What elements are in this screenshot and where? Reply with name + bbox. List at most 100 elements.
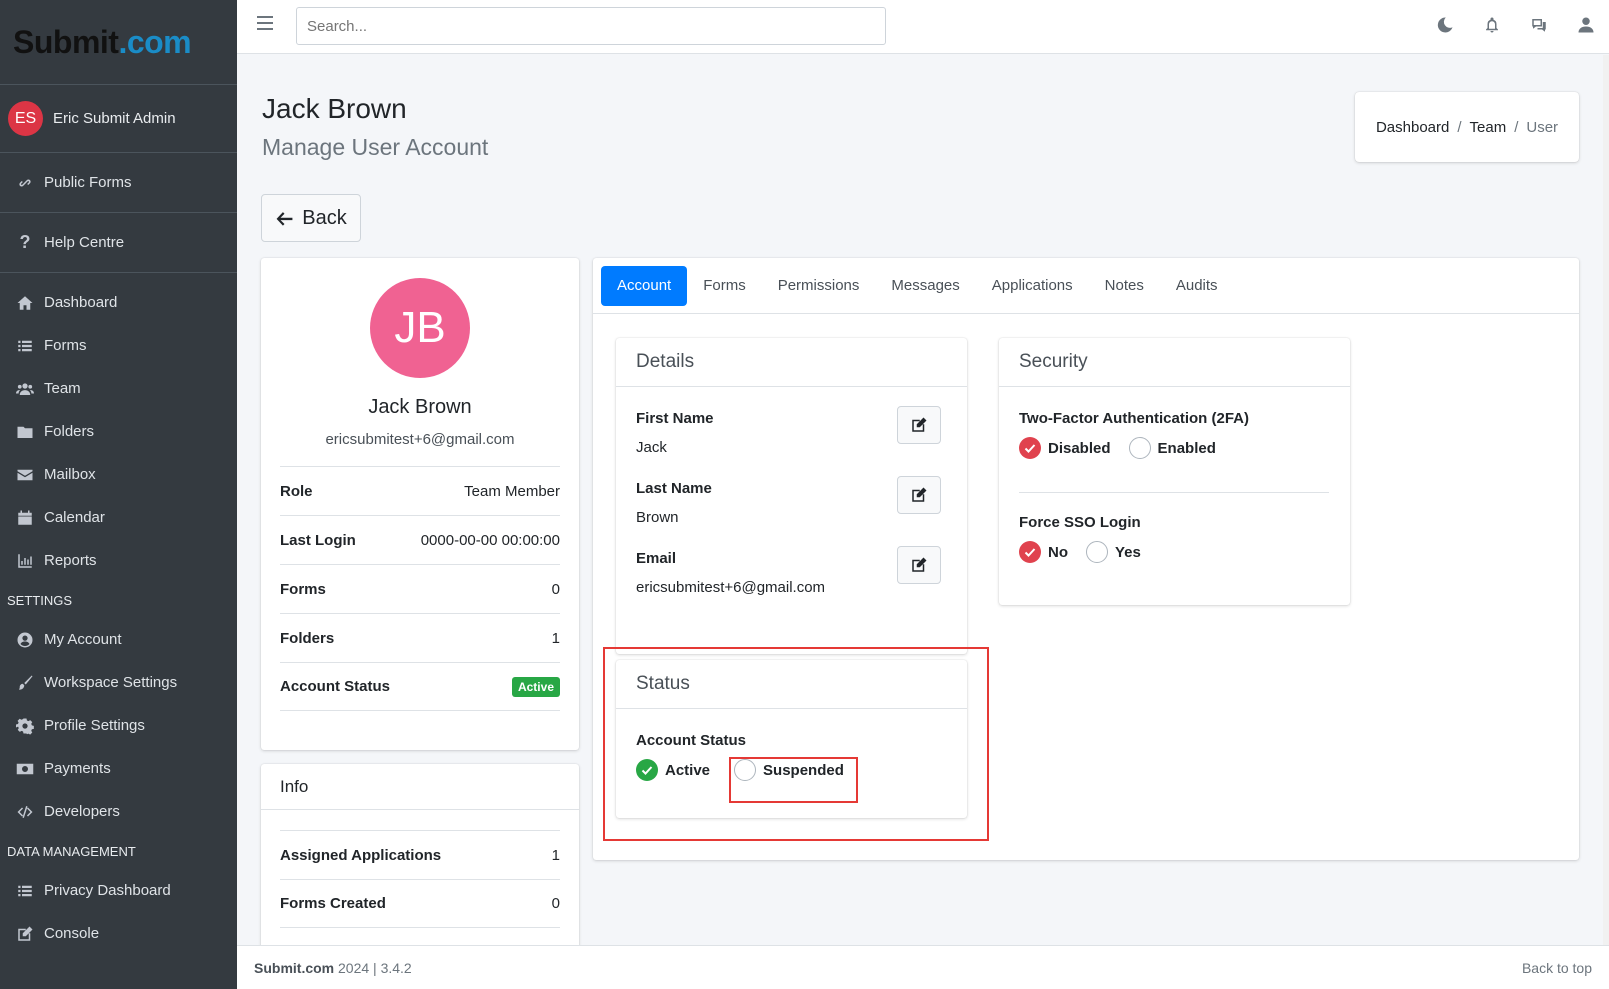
details-title: Details [616,338,967,387]
sidebar: Subm it .com ES Eric Submit Admin Public F… [0,0,237,989]
edit-icon [912,557,927,572]
sidebar-item-my-account[interactable]: My Account [0,618,237,661]
list-item: Account Status Active [280,662,560,711]
sidebar-item-team[interactable]: Team [0,367,237,410]
tab-bar: Account Forms Permissions Messages Appli… [593,258,1579,314]
sidebar-item-label: My Account [44,631,122,648]
sidebar-item-public-forms[interactable]: Public Forms [0,161,132,204]
sidebar-item-label: Mailbox [44,466,96,483]
sso-yes-radio[interactable]: Yes [1086,541,1141,563]
breadcrumb-team[interactable]: Team [1470,119,1507,136]
highlight-suspended-box [729,757,858,803]
sso-radio-group: No Yes [1019,541,1159,563]
radio-circle [1086,541,1108,563]
sidebar-item-label: Payments [44,760,111,777]
sidebar-item-calendar[interactable]: Calendar [0,496,237,539]
twofa-radio-group: Disabled Enabled [1019,437,1234,459]
sidebar-block-public: Public Forms [0,153,237,213]
sidebar-item-privacy-dashboard[interactable]: Privacy Dashboard [0,869,237,912]
sidebar-item-folders[interactable]: Folders [0,410,237,453]
info-card-title: Info [261,764,579,810]
security-card: Security Two-Factor Authentication (2FA)… [999,338,1350,605]
profile-card: JB Jack Brown ericsubmitest+6@gmail.com … [261,258,579,750]
profile-details-list: Role Team Member Last Login 0000-00-00 00:… [280,466,560,711]
hamburger-menu-icon[interactable] [257,16,273,30]
info-list: Assigned Applications 1 Forms Created 0 [280,830,560,928]
chat-icon[interactable] [1528,14,1550,36]
edit-first-name-button[interactable] [897,406,941,444]
brush-icon [15,673,35,693]
page-title: Jack Brown [262,93,407,124]
moon-icon[interactable] [1434,14,1456,36]
user-icon[interactable] [1575,14,1597,36]
security-title: Security [999,338,1350,387]
back-button[interactable]: Back [261,194,361,242]
sidebar-item-console[interactable]: Console [0,912,237,955]
tab-notes[interactable]: Notes [1089,266,1160,306]
footer: Submit.com 2024 | 3.4.2 Back to top [237,945,1609,989]
edit-icon [912,417,927,432]
edit-last-name-button[interactable] [897,476,941,514]
radio-circle [1128,437,1151,459]
breadcrumb-separator: / [1514,118,1519,136]
users-icon [15,379,35,399]
sidebar-item-mailbox[interactable]: Mailbox [0,453,237,496]
calendar-icon [15,508,35,528]
sidebar-item-workspace-settings[interactable]: Workspace Settings [0,661,237,704]
sidebar-item-label: Team [44,380,81,397]
sidebar-item-developers[interactable]: Developers [0,790,237,833]
list-item: Forms Created 0 [280,879,560,928]
twofa-enabled-radio[interactable]: Enabled [1128,437,1216,459]
user-avatar: ES [8,101,43,136]
sidebar-item-label: Workspace Settings [44,674,178,691]
sidebar-item-label: Developers [44,803,120,820]
user-circle-icon [15,630,35,650]
sso-no-radio[interactable]: No [1019,541,1068,563]
list-item: Folders 1 [280,613,560,662]
tab-messages[interactable]: Messages [875,266,975,306]
back-to-top-link[interactable]: Back to top [1522,960,1592,976]
list-item: Last Login 0000-00-00 00:00:00 [280,515,560,564]
check-icon [1019,541,1041,563]
sidebar-item-reports[interactable]: Reports [0,539,237,582]
brand-logo[interactable]: Subm it .com [0,0,237,85]
sidebar-item-payments[interactable]: Payments [0,747,237,790]
sidebar-user[interactable]: ES Eric Submit Admin [0,85,237,153]
sidebar-item-forms[interactable]: Forms [0,324,237,367]
sidebar-header-settings: SETTINGS [7,592,73,608]
sso-label: Force SSO Login [1019,514,1141,531]
profile-avatar: JB [370,278,470,378]
tab-audits[interactable]: Audits [1160,266,1234,306]
sidebar-item-label: Public Forms [44,174,132,191]
sidebar-item-label: Forms [44,337,87,354]
edit-email-button[interactable] [897,546,941,584]
tab-forms[interactable]: Forms [687,266,762,306]
user-name: Eric Submit Admin [53,110,176,127]
profile-email: ericsubmitest+6@gmail.com [325,431,515,448]
edit-icon [912,487,927,502]
page-subtitle: Manage User Account [262,134,489,160]
details-card: Details First Name Jack Last Name Brown … [616,338,967,654]
bell-icon[interactable] [1481,14,1503,36]
sidebar-header-data-management: DATA MANAGEMENT [7,843,136,859]
sidebar-item-label: Folders [44,423,95,440]
sidebar-item-dashboard[interactable]: Dashboard [0,281,237,324]
footer-copyright: Submit.com 2024 | 3.4.2 [254,959,412,976]
tab-account[interactable]: Account [601,265,688,306]
sidebar-item-profile-settings[interactable]: Profile Settings [0,704,237,747]
breadcrumb: Dashboard / Team / User [1355,92,1579,162]
topbar [237,0,1609,54]
last-name-field: Last Name Brown [636,480,712,526]
twofa-disabled-radio[interactable]: Disabled [1019,437,1111,459]
search-input[interactable] [296,7,886,45]
breadcrumb-dashboard[interactable]: Dashboard [1376,119,1449,136]
scrollbar[interactable] [1603,55,1609,945]
home-icon [15,293,35,313]
check-icon [1019,437,1041,459]
tab-applications[interactable]: Applications [976,266,1089,306]
sidebar-item-label: Profile Settings [44,717,145,734]
tab-permissions[interactable]: Permissions [762,266,876,306]
sidebar-item-label: Help Centre [44,234,125,251]
sidebar-item-help-centre[interactable]: ? Help Centre [0,221,125,264]
twofa-label: Two-Factor Authentication (2FA) [1019,410,1249,427]
